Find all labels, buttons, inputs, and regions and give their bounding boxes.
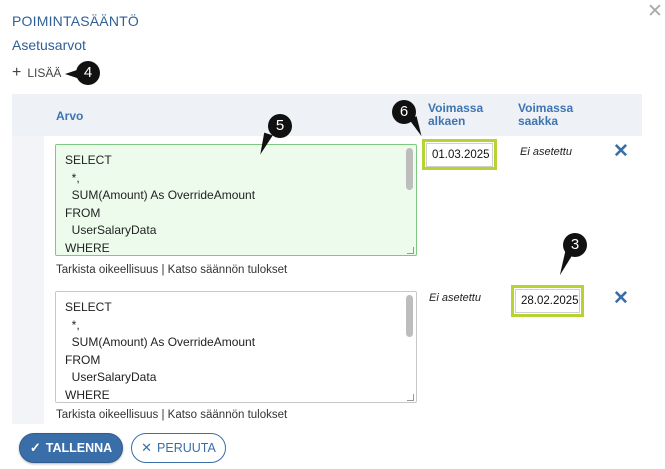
rule-links-1: Tarkista oikeellisuus | Katso säännön tu… <box>56 264 287 276</box>
check-icon: ✓ <box>29 440 41 455</box>
view-results-link[interactable]: Katso säännön tulokset <box>168 409 288 421</box>
annotation-badge-4: 4 <box>65 61 100 85</box>
plus-icon: + <box>12 64 22 81</box>
editor-scrollbar[interactable] <box>406 148 413 190</box>
close-icon[interactable]: ✕ <box>647 2 663 21</box>
add-button[interactable]: + LISÄÄ <box>12 64 62 81</box>
annotation-badge-5: 5 <box>268 114 292 138</box>
header-value: Arvo <box>56 109 84 123</box>
check-validity-link[interactable]: Tarkista oikeellisuus <box>56 409 158 421</box>
rule-code-text: SELECT *, SUM(Amount) As OverrideAmount … <box>65 153 256 255</box>
dialog-subtitle: Asetusarvot <box>12 37 86 53</box>
cancel-icon: ✕ <box>141 440 153 455</box>
annotation-badge-6: 6 <box>392 100 416 124</box>
header-valid-to[interactable]: Voimassa saakka <box>518 102 578 128</box>
link-separator: | <box>158 264 168 276</box>
dialog-title: POIMINTASÄÄNTÖ <box>12 13 139 29</box>
view-results-link[interactable]: Katso säännön tulokset <box>168 264 288 276</box>
valid-from-field-1[interactable]: 01.03.2025 <box>426 143 493 167</box>
link-separator: | <box>158 409 168 421</box>
save-button[interactable]: ✓ TALLENNA <box>19 433 123 463</box>
resize-handle[interactable] <box>407 394 414 401</box>
cancel-button[interactable]: ✕ PERUUTA <box>131 433 226 463</box>
check-validity-link[interactable]: Tarkista oikeellisuus <box>56 264 158 276</box>
delete-row-icon[interactable]: ✕ <box>613 142 629 161</box>
editor-scrollbar[interactable] <box>406 295 413 337</box>
header-valid-from[interactable]: Voimassa alkaen <box>428 102 488 128</box>
valid-to-field-2[interactable]: 28.02.2025 <box>515 289 580 313</box>
valid-from-value-2[interactable]: Ei asetettu <box>429 292 481 304</box>
save-button-label: TALLENNA <box>45 441 113 455</box>
valid-to-value-1[interactable]: Ei asetettu <box>520 146 572 158</box>
add-button-label: LISÄÄ <box>27 66 62 80</box>
cancel-button-label: PERUUTA <box>157 441 216 455</box>
annotation-badge-3: 3 <box>563 233 587 257</box>
rule-links-2: Tarkista oikeellisuus | Katso säännön tu… <box>56 409 287 421</box>
rule-code-text: SELECT *, SUM(Amount) As OverrideAmount … <box>65 300 256 402</box>
resize-handle[interactable] <box>407 247 414 254</box>
rule-editor-2[interactable]: SELECT *, SUM(Amount) As OverrideAmount … <box>55 291 417 403</box>
rule-editor-1[interactable]: SELECT *, SUM(Amount) As OverrideAmount … <box>55 144 417 256</box>
delete-row-icon[interactable]: ✕ <box>613 289 629 308</box>
